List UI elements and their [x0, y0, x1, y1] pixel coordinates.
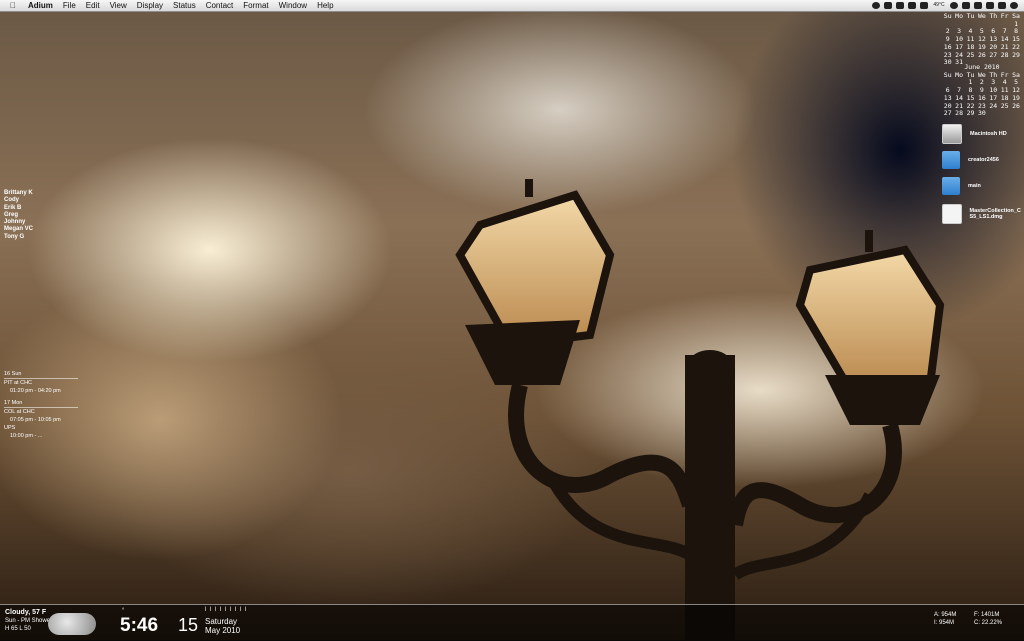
weekday-label: Tu [966, 12, 975, 20]
menu-status[interactable]: Status [173, 0, 196, 11]
weekday-label: Mo [955, 12, 963, 20]
stat-a: A: 954M [934, 612, 957, 618]
desktop-icon-creator2456[interactable]: creator2456 [942, 151, 1024, 169]
calendar-day: 27 [943, 109, 952, 118]
desktop-icon-macintosh-hd[interactable]: Macintosh HD [942, 124, 1024, 144]
disk-image-icon [942, 204, 962, 224]
clock-time: 5:46 [120, 615, 159, 636]
calendar-day [988, 110, 999, 118]
desktop-icon-label: main [968, 183, 981, 189]
menu-format[interactable]: Format [243, 0, 268, 11]
cloud-weather-icon [48, 613, 96, 635]
time-machine-icon[interactable] [950, 2, 958, 9]
calendar-current-month: Su Mo Tu We Th Fr Sa 1 2 3 4 5 6 7 8 9 10 11 12 13 14… [942, 12, 1022, 67]
calendar-day: 27 [989, 50, 998, 59]
menu-edit[interactable]: Edit [86, 0, 100, 11]
event-time: 07:05 pm - 10:05 pm [10, 417, 61, 423]
clock-weekday: Saturday [205, 617, 238, 626]
desktop-icon-main[interactable]: main [942, 177, 1024, 195]
user-folder-icon [942, 151, 960, 169]
calendar-day: 25 [1000, 101, 1009, 110]
schedule-widget: 16 Sun PIT at CHC 01:20 pm - 04:20 pm 17… [4, 370, 78, 440]
buddy-list: Brittany K Cody Erik B Greg Johnny Megan… [4, 190, 33, 241]
wallpaper-lamp-illustration [455, 179, 945, 640]
adium-duck-icon[interactable] [896, 2, 904, 9]
weekday-label: Su [943, 12, 952, 20]
calendar-day [999, 110, 1010, 118]
dropbox-icon[interactable] [884, 2, 892, 9]
menu-extras: 49°C [872, 2, 1018, 9]
event-time: 10:00 pm - ... [10, 433, 43, 439]
schedule-date: 17 Mon [4, 399, 78, 408]
buddy-item[interactable]: Johnny [4, 219, 33, 226]
buddy-item[interactable]: Cody [4, 197, 33, 204]
menu-view[interactable]: View [110, 0, 127, 11]
calendar-day: 28 [955, 109, 963, 118]
menu-help[interactable]: Help [317, 0, 333, 11]
calendar-week-row: 23 24 25 26 27 28 29 [942, 50, 1022, 60]
schedule-date: 16 Sun [4, 370, 78, 379]
menu-display[interactable]: Display [137, 0, 163, 11]
bluetooth-icon[interactable] [962, 2, 970, 9]
calendar-day: 29 [1012, 50, 1020, 59]
buddy-item[interactable]: Greg [4, 212, 33, 219]
battery-icon[interactable] [998, 2, 1006, 9]
calendar-day: 25 [966, 50, 975, 59]
menu-bar:  Adium File Edit View Display Status Co… [0, 0, 1024, 12]
calendar-day [1010, 110, 1021, 118]
calendar-day: 29 [966, 109, 975, 118]
desktop-icon-mastercollection-dmg[interactable]: MasterCollection_CS5_LS1.dmg [942, 204, 1024, 224]
weekday-label: Su [943, 70, 952, 79]
clock-date-text: Saturday May 2010 [205, 617, 240, 635]
menu-file[interactable]: File [63, 0, 76, 11]
stat-c: C: 22.22% [974, 620, 1003, 626]
event-title: PIT at CHC [4, 380, 33, 386]
clock-degree-mark: ° [122, 608, 125, 614]
menu-contact[interactable]: Contact [206, 0, 234, 11]
weekday-label: Th [989, 12, 998, 20]
clock-tick-marks: l l l l l l l l l [205, 607, 248, 613]
weekday-label: We [977, 12, 986, 20]
weekday-label: Fr [1000, 12, 1009, 20]
spotlight-search-icon[interactable] [1010, 2, 1018, 9]
buddy-item[interactable]: Brittany K [4, 190, 33, 197]
calendar-day: 26 [977, 50, 986, 59]
shared-folder-icon [942, 177, 960, 195]
calendar-weekday-header: Su Mo Tu We Th Fr Sa [942, 12, 1022, 21]
stat-f: F: 1401M [974, 612, 1000, 618]
calendar-day: 26 [1012, 101, 1020, 110]
status-dot-icon[interactable] [872, 2, 880, 9]
calendar-day: 28 [1000, 50, 1009, 59]
activity-icon[interactable] [920, 2, 928, 9]
clock-month-year: May 2010 [205, 626, 241, 635]
temperature-readout[interactable]: 49°C [932, 3, 946, 8]
calendar-weeks: 1 2 3 4 5 6 7 8 9 10 11 12 13 14 15 16 17 18 19 20 21 22 23 24 2… [942, 79, 1022, 118]
buddy-item[interactable]: Erik B [4, 205, 33, 212]
apple-menu-icon[interactable]:  [10, 0, 20, 11]
calendar-day: 30 [977, 109, 986, 118]
volume-icon[interactable] [986, 2, 994, 9]
desktop-icon-label: creator2456 [968, 157, 999, 163]
menu-app-name[interactable]: Adium [28, 0, 53, 11]
event-time: 01:20 pm - 04:20 pm [10, 388, 61, 394]
stat-i: I: 954M [934, 620, 955, 626]
desktop-icon-label: MasterCollection_CS5_LS1.dmg [969, 208, 1021, 220]
calendar-day: 24 [989, 101, 998, 110]
wifi-icon[interactable] [974, 2, 982, 9]
buddy-item[interactable]: Megan VC [4, 226, 33, 233]
buddy-item[interactable]: Tony G [4, 234, 33, 241]
desktop-icon-label: Macintosh HD [970, 131, 1007, 137]
event-title: UPS [4, 425, 16, 431]
calendar-weeks: 1 2 3 4 5 6 7 8 9 10 11 12 13 14 15 16 17 18 19 20 21 22 23 24 2… [942, 20, 1022, 67]
calendar-next-month: June 2010 Su Mo Tu We Th Fr Sa 123456789… [942, 63, 1022, 118]
clock-day-number: 15 [178, 615, 199, 635]
weekday-label: Mo [955, 70, 963, 79]
menu-window[interactable]: Window [279, 0, 307, 11]
event-title: COL at CHC [4, 409, 35, 415]
bottom-widget-bar: Cloudy, 57 F Sun - PM Showers H 65 L 50 … [0, 604, 1024, 641]
weather-current: Cloudy, 57 F [5, 609, 47, 616]
display-icon[interactable] [908, 2, 916, 9]
calendar-week-row: 27 28 29 30 [942, 110, 1022, 118]
hard-drive-icon [942, 124, 962, 144]
